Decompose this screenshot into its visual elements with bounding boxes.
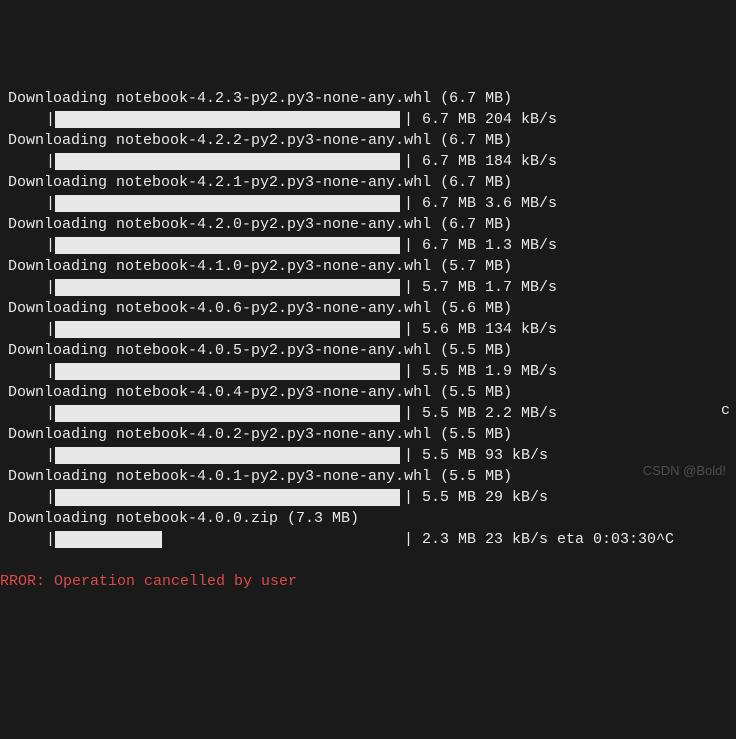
download-entry: Downloading notebook-4.0.6-py2.py3-none-… [0,298,736,340]
progress-bar-fill [55,363,400,380]
progress-stats: | 6.7 MB 204 kB/s [400,109,557,130]
download-entry: Downloading notebook-4.2.2-py2.py3-none-… [0,130,736,172]
progress-bar-fill [55,321,400,338]
progress-bar-fill [55,111,400,128]
download-entry: Downloading notebook-4.2.3-py2.py3-none-… [0,88,736,130]
progress-bar-fill [55,489,400,506]
progress-stats: | 5.5 MB 2.2 MB/s [400,403,557,424]
progress-prefix: | [8,445,55,466]
progress-prefix: | [8,277,55,298]
download-entry: Downloading notebook-4.0.0.zip (7.3 MB)|… [0,508,736,550]
progress-bar-fill [55,405,400,422]
progress-stats: | 6.7 MB 3.6 MB/s [400,193,557,214]
progress-line: | | 5.6 MB 134 kB/s [0,319,736,340]
download-line: Downloading notebook-4.2.3-py2.py3-none-… [0,88,736,109]
progress-bar [55,195,400,212]
progress-bar [55,489,400,506]
progress-line: | | 5.5 MB 1.9 MB/s [0,361,736,382]
progress-bar [55,237,400,254]
progress-line: | | 5.5 MB 29 kB/s [0,487,736,508]
progress-stats: | 2.3 MB 23 kB/s eta 0:03:30^C [400,529,674,550]
progress-line: | | 6.7 MB 184 kB/s [0,151,736,172]
progress-line: | | 5.5 MB 93 kB/s [0,445,736,466]
watermark: CSDN @Bold! [643,462,726,480]
progress-prefix: | [8,109,55,130]
progress-stats: | 6.7 MB 184 kB/s [400,151,557,172]
progress-prefix: | [8,487,55,508]
progress-line: | | 2.3 MB 23 kB/s eta 0:03:30^C [0,529,736,550]
download-entry: Downloading notebook-4.0.1-py2.py3-none-… [0,466,736,508]
progress-bar [55,279,400,296]
progress-stats: | 5.5 MB 1.9 MB/s [400,361,557,382]
progress-prefix: | [8,235,55,256]
progress-stats: | 6.7 MB 1.3 MB/s [400,235,557,256]
download-line: Downloading notebook-4.2.2-py2.py3-none-… [0,130,736,151]
progress-bar-fill [55,237,400,254]
download-line: Downloading notebook-4.0.1-py2.py3-none-… [0,466,736,487]
progress-prefix: | [8,193,55,214]
download-line: Downloading notebook-4.0.4-py2.py3-none-… [0,382,736,403]
download-line: Downloading notebook-4.1.0-py2.py3-none-… [0,256,736,277]
progress-bar [55,321,400,338]
download-line: Downloading notebook-4.0.5-py2.py3-none-… [0,340,736,361]
progress-bar-fill [55,447,400,464]
error-line: RROR: Operation cancelled by user [0,571,736,592]
progress-prefix: | [8,529,55,550]
progress-line: | | 6.7 MB 3.6 MB/s [0,193,736,214]
stray-char: c [721,400,730,421]
download-entry: Downloading notebook-4.0.4-py2.py3-none-… [0,382,736,424]
progress-stats: | 5.7 MB 1.7 MB/s [400,277,557,298]
terminal-output: Downloading notebook-4.2.3-py2.py3-none-… [0,88,736,550]
progress-prefix: | [8,361,55,382]
download-line: Downloading notebook-4.0.6-py2.py3-none-… [0,298,736,319]
progress-line: | | 5.7 MB 1.7 MB/s [0,277,736,298]
progress-bar [55,153,400,170]
progress-stats: | 5.5 MB 93 kB/s [400,445,548,466]
progress-bar-fill [55,531,162,548]
progress-line: | | 5.5 MB 2.2 MB/s [0,403,736,424]
download-entry: Downloading notebook-4.0.5-py2.py3-none-… [0,340,736,382]
progress-bar-fill [55,279,400,296]
progress-bar-fill [55,153,400,170]
progress-bar [55,363,400,380]
progress-line: | | 6.7 MB 1.3 MB/s [0,235,736,256]
progress-bar [55,405,400,422]
download-line: Downloading notebook-4.2.1-py2.py3-none-… [0,172,736,193]
progress-line: | | 6.7 MB 204 kB/s [0,109,736,130]
progress-bar [55,111,400,128]
progress-bar-fill [55,195,400,212]
download-line: Downloading notebook-4.0.0.zip (7.3 MB) [0,508,736,529]
download-line: Downloading notebook-4.2.0-py2.py3-none-… [0,214,736,235]
download-entry: Downloading notebook-4.1.0-py2.py3-none-… [0,256,736,298]
progress-prefix: | [8,319,55,340]
download-entry: Downloading notebook-4.2.0-py2.py3-none-… [0,214,736,256]
download-line: Downloading notebook-4.0.2-py2.py3-none-… [0,424,736,445]
progress-bar [55,531,400,548]
progress-stats: | 5.5 MB 29 kB/s [400,487,548,508]
progress-stats: | 5.6 MB 134 kB/s [400,319,557,340]
progress-prefix: | [8,151,55,172]
progress-bar [55,447,400,464]
download-entry: Downloading notebook-4.2.1-py2.py3-none-… [0,172,736,214]
download-entry: Downloading notebook-4.0.2-py2.py3-none-… [0,424,736,466]
progress-prefix: | [8,403,55,424]
